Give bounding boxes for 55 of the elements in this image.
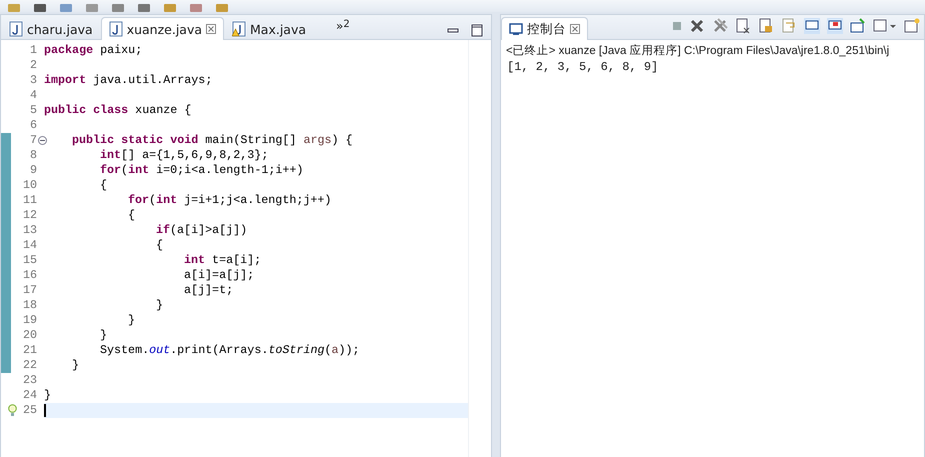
line-number: 24 bbox=[22, 388, 38, 403]
code-line: } bbox=[156, 298, 164, 312]
code-line: } bbox=[128, 313, 136, 327]
line-number: 6 bbox=[28, 118, 38, 133]
code-line: import java.util.Arrays; bbox=[44, 73, 212, 87]
code-line: { bbox=[100, 178, 108, 192]
close-icon[interactable] bbox=[570, 24, 580, 34]
code-line: package paixu; bbox=[44, 43, 142, 57]
line-number: 1 bbox=[28, 43, 38, 58]
code-line: public static void main(String[] args) { bbox=[72, 133, 353, 147]
editor-tab[interactable]: Max.java bbox=[224, 17, 314, 40]
lightbulb-icon[interactable] bbox=[8, 404, 17, 417]
collapse-icon[interactable] bbox=[38, 136, 47, 145]
code-line: if(a[i]>a[j]) bbox=[156, 223, 248, 237]
new-console-icon[interactable] bbox=[904, 18, 920, 34]
code-line: int[] a={1,5,6,9,8,2,3}; bbox=[100, 148, 268, 162]
show-on-error-icon[interactable] bbox=[827, 18, 843, 34]
code-line: { bbox=[156, 238, 164, 252]
code-line: } bbox=[100, 328, 108, 342]
pin-icon[interactable] bbox=[850, 18, 866, 34]
maximize-icon[interactable] bbox=[469, 23, 485, 39]
word-wrap-icon[interactable] bbox=[781, 18, 797, 34]
text-cursor bbox=[44, 404, 46, 417]
line-number: 5 bbox=[28, 103, 38, 118]
editor-tab[interactable]: xuanze.java bbox=[100, 17, 224, 40]
close-icon[interactable] bbox=[206, 24, 216, 34]
java-file-icon bbox=[9, 21, 23, 37]
code-line: int t=a[i]; bbox=[184, 253, 262, 267]
line-number: 23 bbox=[22, 373, 38, 388]
code-line: public class xuanze { bbox=[44, 103, 192, 117]
code-line: a[j]=t; bbox=[184, 283, 234, 297]
line-number: 25 bbox=[1, 403, 41, 418]
console-output: [1, 2, 3, 5, 6, 8, 9] bbox=[506, 59, 660, 76]
lock-icon[interactable] bbox=[758, 18, 774, 34]
code-line: { bbox=[128, 208, 136, 222]
java-file-icon bbox=[108, 21, 123, 37]
code-line: a[i]=a[j]; bbox=[184, 268, 254, 282]
java-file-warning-icon bbox=[232, 21, 246, 37]
monitor-icon bbox=[509, 22, 523, 36]
code-line: System.out.print(Arrays.toString(a)); bbox=[100, 343, 360, 357]
line-number: 3 bbox=[28, 73, 38, 88]
remove-icon[interactable] bbox=[689, 18, 705, 34]
editor-tab[interactable]: charu.java bbox=[1, 17, 101, 40]
remove-all-icon[interactable] bbox=[712, 18, 728, 34]
code-line: } bbox=[44, 388, 52, 402]
show-on-output-icon[interactable] bbox=[804, 18, 820, 34]
line-number: 4 bbox=[28, 88, 38, 103]
line-number: 2 bbox=[28, 58, 38, 73]
code-line: for(int j=i+1;j<a.length;j++) bbox=[128, 193, 332, 207]
code-line: for(int i=0;i<a.length-1;i++) bbox=[100, 163, 304, 177]
console-tab[interactable]: 控制台 bbox=[501, 17, 588, 40]
display-console-icon[interactable] bbox=[873, 18, 897, 34]
clear-console-icon[interactable] bbox=[735, 18, 751, 34]
console-header: <已终止> xuanze [Java 应用程序] C:\Program Files\Java\jre1.8.0_251\bin\j bbox=[505, 43, 890, 58]
code-line: } bbox=[72, 358, 80, 372]
